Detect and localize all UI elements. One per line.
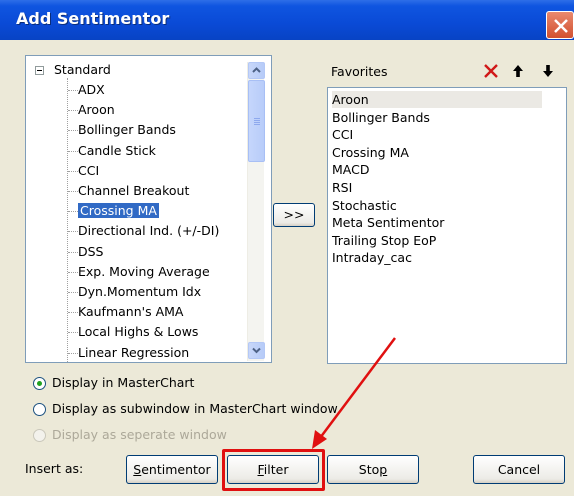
tree-item-label: Exp. Moving Average — [78, 263, 210, 279]
favorites-item[interactable]: Stochastic — [332, 197, 397, 214]
tree-item-label: Candle Stick — [78, 142, 156, 158]
radio-display-as-subwindow[interactable] — [33, 403, 46, 416]
move-down-icon[interactable] — [541, 63, 555, 79]
favorites-item[interactable]: Aroon — [332, 91, 542, 108]
tree-root-label: Standard — [54, 62, 111, 77]
favorites-item[interactable]: Intraday_cac — [332, 249, 412, 266]
close-button[interactable] — [546, 11, 574, 39]
tree-item-label: Linear Regression — [78, 344, 190, 360]
add-sentimentor-dialog: Add Sentimentor Standard ADX Aroon Bolling… — [0, 0, 574, 496]
radio-display-in-masterchart[interactable] — [33, 377, 46, 390]
tree-item[interactable]: Dyn.Momentum Idx — [78, 283, 201, 303]
tree-item-label: Bollinger Bands — [78, 122, 176, 138]
tree-connector-line — [67, 78, 68, 362]
tree-item-label: DSS — [78, 243, 104, 259]
scroll-thumb[interactable] — [248, 80, 265, 162]
tree-connector — [68, 211, 78, 213]
tree-item-label: Kaufmann's AMA — [78, 304, 184, 320]
tree-item-label: Dyn.Momentum Idx — [78, 284, 202, 299]
radio-display-separate-window — [33, 429, 46, 442]
tree-connector — [68, 332, 78, 334]
favorites-item[interactable]: MACD — [332, 161, 369, 178]
option-label-subwindow: Display as subwindow in MasterChart wind… — [52, 401, 338, 416]
annotation-arrow — [312, 337, 396, 449]
favorites-item[interactable]: RSI — [332, 179, 352, 196]
tree-connector — [68, 110, 78, 112]
scroll-up-button[interactable] — [248, 62, 265, 79]
tree-item[interactable]: Bollinger Bands — [78, 121, 176, 141]
tree-item[interactable]: Directional Ind. (+/-DI) — [78, 222, 219, 242]
title-bar: Add Sentimentor — [0, 0, 574, 40]
insert-as-label: Insert as: — [25, 461, 84, 476]
tree-item[interactable]: Exp. Moving Average — [78, 263, 210, 283]
tree-connector — [68, 271, 78, 273]
tree-item[interactable]: ADX — [78, 81, 105, 101]
tree-connector — [68, 90, 78, 91]
favorites-list[interactable]: Aroon Bollinger Bands CCI Crossing MA MACD RS… — [327, 87, 567, 364]
tree-item-label: Aroon — [78, 102, 115, 118]
cancel-button[interactable]: Cancel — [473, 455, 565, 484]
close-icon — [554, 19, 568, 33]
tree-item[interactable]: Linear Regression — [78, 344, 190, 362]
tree-connector — [68, 170, 78, 172]
scroll-down-button[interactable] — [248, 342, 265, 359]
chevron-up-icon — [252, 67, 261, 73]
tree-connector — [68, 191, 78, 192]
tree-item[interactable]: CCI — [78, 162, 99, 182]
tree-item-label: Channel Breakout — [78, 183, 190, 198]
tree-item[interactable]: Local Highs & Lows — [78, 323, 198, 343]
tree-connector — [68, 292, 78, 293]
tree-scrollbar[interactable] — [247, 62, 265, 361]
tree-item-label: Local Highs & Lows — [78, 324, 199, 340]
tree-connector — [68, 231, 78, 233]
favorites-item[interactable]: Crossing MA — [332, 144, 409, 161]
collapse-icon[interactable] — [35, 66, 44, 75]
tree-connector — [68, 352, 78, 354]
tree-connector — [68, 150, 78, 152]
favorites-title: Favorites — [331, 64, 388, 79]
tree-root[interactable]: Standard — [54, 61, 111, 81]
tree-item-label: Crossing MA — [78, 203, 159, 219]
annotation-highlight-box — [222, 449, 325, 491]
tree-item[interactable]: Candle Stick — [78, 142, 156, 162]
add-to-favorites-button[interactable]: >> — [273, 203, 315, 227]
option-label-separate-window: Display as seperate window — [52, 427, 227, 442]
move-up-icon[interactable] — [511, 63, 525, 79]
option-label-masterchart: Display in MasterChart — [52, 375, 195, 390]
tree-item[interactable]: Aroon — [78, 101, 115, 121]
favorites-item[interactable]: Meta Sentimentor — [332, 214, 444, 231]
tree-connector — [68, 312, 78, 314]
window-title: Add Sentimentor — [16, 9, 170, 28]
tree-item-label: Directional Ind. (+/-DI) — [78, 223, 220, 239]
stop-button[interactable]: Stop — [327, 455, 419, 484]
delete-icon[interactable] — [483, 63, 499, 79]
tree-item-label: ADX — [78, 82, 105, 97]
tree-item[interactable]: Channel Breakout — [78, 182, 189, 202]
favorites-item[interactable]: CCI — [332, 126, 353, 143]
favorites-item[interactable]: Trailing Stop EoP — [332, 232, 436, 249]
tree-connector — [68, 251, 78, 253]
tree-item-label: CCI — [78, 162, 100, 178]
sentimentor-button[interactable]: Sentimentor — [126, 455, 218, 484]
tree-connector — [68, 130, 78, 132]
tree-item[interactable]: Crossing MA — [78, 202, 159, 222]
chevron-down-icon — [252, 347, 261, 354]
favorites-header: Favorites — [328, 59, 564, 85]
cancel-label: Cancel — [497, 462, 541, 477]
add-button-label: >> — [283, 207, 305, 222]
favorites-item[interactable]: Bollinger Bands — [332, 109, 430, 126]
tree-item[interactable]: Kaufmann's AMA — [78, 303, 183, 323]
tree-item[interactable]: DSS — [78, 243, 104, 263]
sentimentor-tree[interactable]: Standard ADX Aroon Bollinger Bands Candle S… — [25, 55, 272, 363]
